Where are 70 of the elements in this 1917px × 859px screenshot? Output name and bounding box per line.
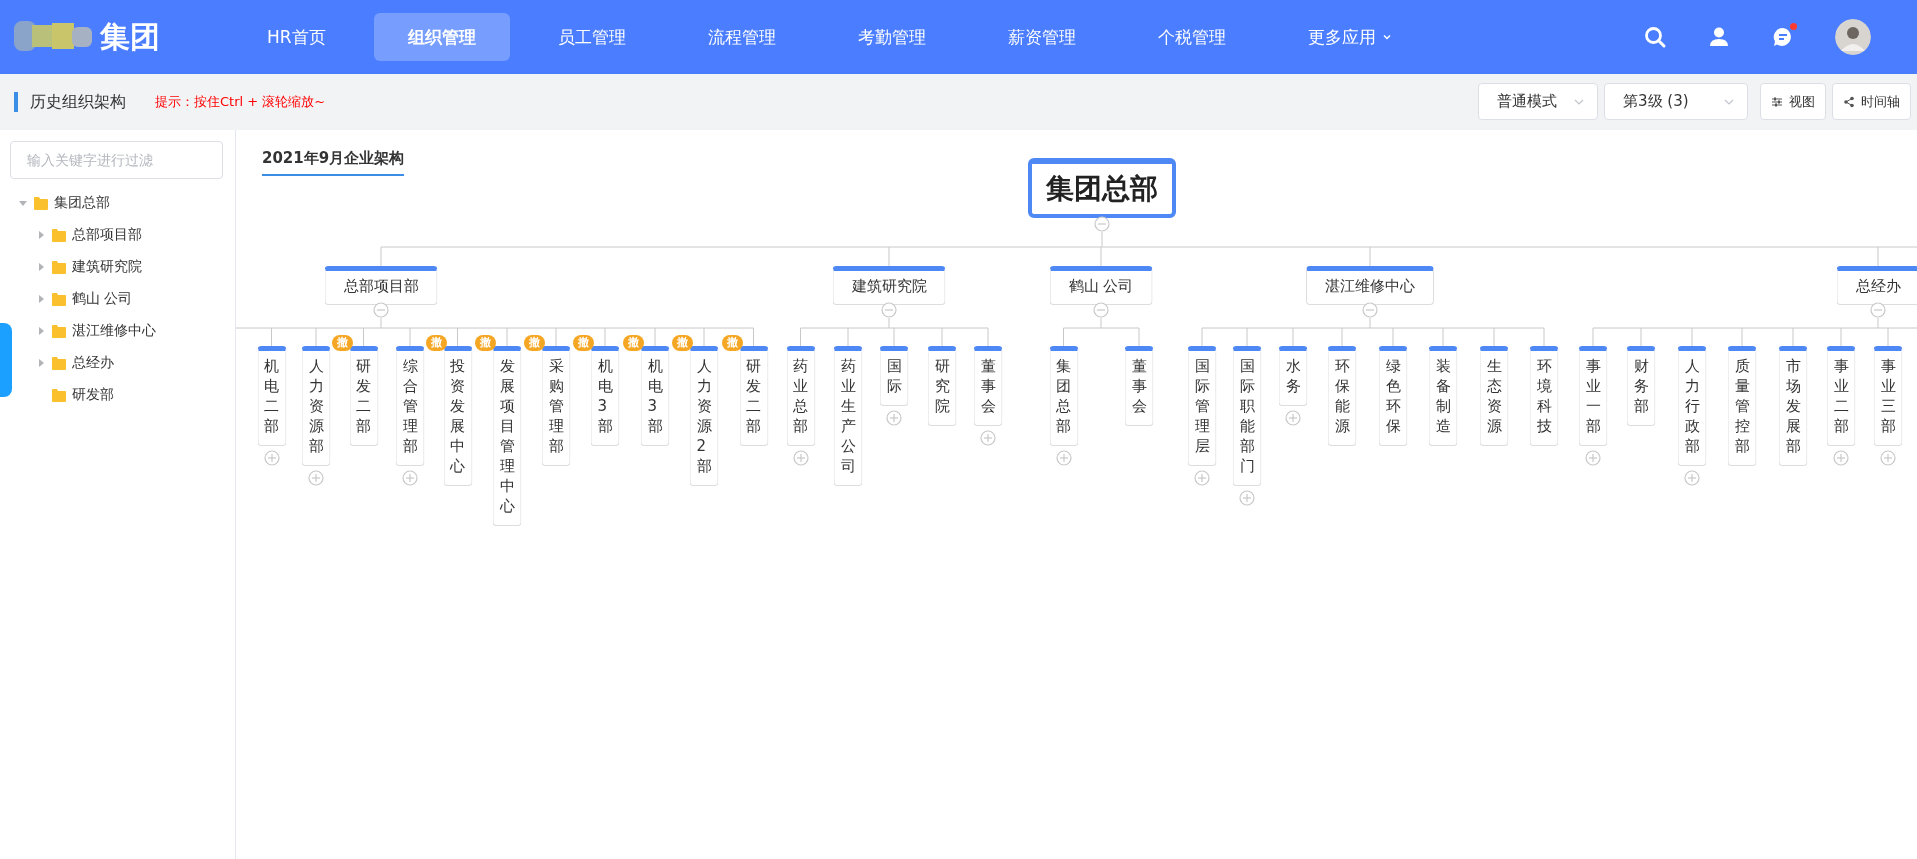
org-node[interactable]: 总经办 — [1836, 266, 1917, 305]
org-node[interactable]: 董事会 — [973, 346, 1003, 426]
org-node[interactable]: 国际 — [879, 346, 909, 406]
nav-tab[interactable]: HR首页 — [233, 13, 360, 61]
org-node[interactable]: 投资发展中心 — [443, 346, 472, 486]
view-button[interactable]: 视图 — [1760, 83, 1826, 120]
org-node[interactable]: 机电3部 — [640, 346, 670, 446]
revoked-badge: 撤 — [573, 335, 594, 351]
org-node[interactable]: 药业总部 — [786, 346, 815, 446]
tree-item[interactable]: 总经办 — [72, 354, 114, 372]
nav-tab[interactable]: 个税管理 — [1123, 13, 1260, 61]
nav-tab[interactable]: 员工管理 — [523, 13, 660, 61]
org-node[interactable]: 人力资源2部 — [689, 346, 719, 486]
org-node[interactable]: 药业生产公司 — [833, 346, 863, 486]
tree-item[interactable]: 总部项目部 — [72, 226, 142, 244]
nav-tab[interactable]: 更多应用 — [1273, 13, 1426, 61]
org-node[interactable]: 研究院 — [927, 346, 957, 426]
revoked-badge: 撤 — [524, 335, 545, 351]
org-node[interactable]: 鹤山 公司 — [1049, 266, 1153, 305]
revoked-badge: 撤 — [475, 335, 496, 351]
org-node[interactable]: 董事会 — [1124, 346, 1154, 426]
tree-item[interactable]: 研发部 — [72, 386, 114, 404]
org-node[interactable]: 环境科技 — [1529, 346, 1559, 446]
nav-tab[interactable]: 流程管理 — [673, 13, 810, 61]
org-node[interactable]: 财务部 — [1626, 346, 1656, 426]
org-node[interactable]: 生态资源 — [1479, 346, 1509, 446]
org-node[interactable]: 事业一部 — [1578, 346, 1608, 446]
org-node[interactable]: 装备制造 — [1428, 346, 1458, 446]
tree-item[interactable]: 湛江维修中心 — [72, 322, 156, 340]
zoom-hint: 提示：按住Ctrl + 滚轮缩放~ — [155, 93, 326, 111]
org-node[interactable]: 水务 — [1278, 346, 1308, 406]
org-node[interactable]: 环保能源 — [1327, 346, 1357, 446]
org-node[interactable]: 人力行政部 — [1677, 346, 1707, 466]
logo-text: 集团 — [100, 17, 160, 56]
revoked-badge: 撤 — [623, 335, 644, 351]
tree-item[interactable]: 集团总部 — [54, 194, 110, 212]
org-node[interactable]: 综合管理部 — [395, 346, 425, 466]
org-node[interactable]: 事业二部 — [1826, 346, 1856, 446]
nav-tab[interactable]: 薪资管理 — [973, 13, 1110, 61]
revoked-badge: 撤 — [721, 335, 743, 351]
org-node[interactable]: 研发二部 — [739, 346, 768, 446]
org-node[interactable]: 市场发展部 — [1778, 346, 1808, 466]
org-node[interactable]: 国际管理层 — [1187, 346, 1217, 466]
org-node[interactable]: 人力资源部 — [301, 346, 331, 466]
org-node[interactable]: 湛江维修中心 — [1306, 266, 1434, 305]
org-node[interactable]: 国际职能部门 — [1232, 346, 1262, 486]
org-node[interactable]: 采购管理部 — [541, 346, 571, 466]
org-node[interactable]: 总部项目部 — [324, 266, 438, 305]
org-node[interactable]: 发展项目管理中心 — [492, 346, 522, 526]
org-node[interactable]: 集团总部 — [1049, 346, 1078, 446]
org-node[interactable]: 机电二部 — [257, 346, 286, 446]
level-select[interactable]: 第3级 (3) — [1604, 83, 1748, 120]
revoked-badge: 撤 — [672, 335, 693, 351]
org-node[interactable]: 研发二部 — [349, 346, 378, 446]
org-node[interactable]: 质量管控部 — [1727, 346, 1757, 466]
mode-select[interactable]: 普通模式 — [1478, 83, 1598, 120]
tree-item[interactable]: 建筑研究院 — [72, 258, 142, 276]
org-node[interactable]: 事业三部 — [1873, 346, 1903, 446]
org-node[interactable]: 绿色环保 — [1378, 346, 1408, 446]
revoked-badge: 撤 — [425, 335, 447, 351]
org-root-node[interactable]: 集团总部 — [1028, 158, 1176, 218]
org-node[interactable]: 机电3部 — [590, 346, 620, 446]
nav-tab[interactable]: 考勤管理 — [823, 13, 960, 61]
page-title: 历史组织架构 — [14, 92, 126, 112]
filter-field[interactable]: 输入关键字进行过滤 — [10, 141, 223, 179]
org-node[interactable]: 建筑研究院 — [832, 266, 946, 305]
timeline-button[interactable]: 时间轴 — [1832, 83, 1911, 120]
tree-item[interactable]: 鹤山 公司 — [72, 290, 133, 308]
revoked-badge: 撤 — [331, 335, 353, 351]
chart-title: 2021年9月企业架构 — [262, 149, 405, 176]
